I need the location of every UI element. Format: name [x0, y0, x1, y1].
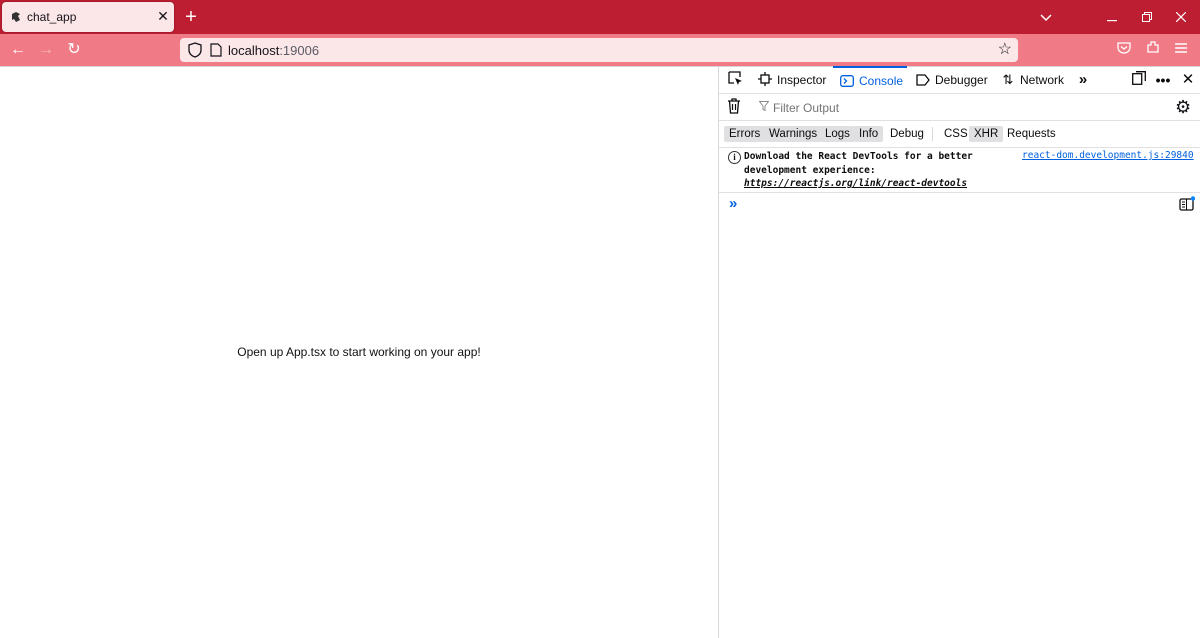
app-menu-icon[interactable]: [1169, 38, 1193, 62]
console-level-filters: Errors Warnings Logs Info Debug CSS XHR …: [719, 121, 1200, 148]
console-message-text: Download the React DevTools for a better…: [744, 150, 999, 191]
close-devtools-icon[interactable]: ✕: [1178, 70, 1198, 90]
tab-inspector[interactable]: Inspector: [757, 67, 826, 93]
page-info-icon[interactable]: [210, 43, 222, 57]
element-picker-icon[interactable]: [725, 70, 745, 90]
app-message: Open up App.tsx to start working on your…: [237, 345, 481, 359]
reload-icon[interactable]: ↻: [62, 38, 86, 62]
console-message: i Download the React DevTools for a bett…: [719, 148, 1200, 193]
filter-warnings-button[interactable]: Warnings: [764, 126, 823, 142]
tab-debugger[interactable]: Debugger: [915, 67, 988, 93]
close-tab-icon[interactable]: ✕: [154, 7, 172, 25]
new-tab-button[interactable]: +: [180, 6, 202, 28]
forward-arrow-icon[interactable]: →: [34, 38, 58, 62]
filter-css-button[interactable]: CSS: [939, 126, 973, 142]
app-favicon-icon: [10, 11, 22, 23]
message-body: Download the React DevTools for a better…: [744, 151, 973, 176]
bookmark-star-icon[interactable]: ☆: [998, 41, 1012, 59]
tab-title: chat_app: [27, 10, 77, 24]
devtools-panel: Inspector Console Debugger ⇅ Network » ••…: [718, 66, 1200, 638]
dock-side-icon[interactable]: [1129, 70, 1149, 90]
back-arrow-icon[interactable]: ←: [6, 38, 30, 62]
list-all-tabs-icon[interactable]: [1032, 5, 1060, 29]
browser-tab[interactable]: chat_app ✕: [2, 2, 174, 32]
close-window-icon[interactable]: [1167, 5, 1195, 29]
filter-output-input[interactable]: [759, 98, 1175, 118]
extensions-puzzle-icon[interactable]: [1141, 38, 1165, 62]
network-icon: ⇅: [1002, 72, 1014, 87]
devtools-toolbar: Inspector Console Debugger ⇅ Network » ••…: [719, 66, 1200, 94]
tab-debugger-label: Debugger: [935, 73, 988, 87]
filter-xhr-button[interactable]: XHR: [969, 126, 1004, 142]
debugger-icon: [915, 67, 931, 93]
filter-errors-button[interactable]: Errors: [724, 126, 766, 142]
react-devtools-link[interactable]: https://reactjs.org/link/react-devtools: [744, 178, 967, 189]
tab-network[interactable]: ⇅ Network: [1000, 67, 1064, 93]
tab-network-label: Network: [1020, 73, 1065, 87]
message-source-link[interactable]: react-dom.development.js:29840: [1022, 150, 1194, 161]
more-tools-chevron-icon[interactable]: »: [1073, 70, 1093, 90]
inspector-icon: [757, 67, 773, 93]
pocket-icon[interactable]: [1112, 38, 1136, 62]
restore-window-icon[interactable]: [1133, 5, 1161, 29]
tab-strip: chat_app ✕ +: [0, 0, 1200, 34]
devtools-menu-icon[interactable]: •••: [1153, 70, 1173, 90]
web-page-content: Open up App.tsx to start working on your…: [0, 67, 718, 638]
info-icon: i: [728, 151, 741, 164]
minimize-window-icon[interactable]: [1098, 5, 1126, 29]
tab-inspector-label: Inspector: [777, 73, 827, 87]
console-icon: [839, 68, 855, 94]
navigation-toolbar: ← → ↻ localhost:19006 ☆: [0, 34, 1200, 67]
multiline-editor-toggle-icon[interactable]: [1179, 196, 1196, 212]
url-host: localhost: [228, 43, 280, 58]
url-port: :19006: [279, 43, 320, 58]
console-input-row[interactable]: »: [719, 193, 1200, 215]
filter-separator: [932, 127, 933, 141]
filter-requests-button[interactable]: Requests: [1002, 126, 1061, 142]
tab-console-label: Console: [859, 74, 904, 88]
console-settings-gear-icon[interactable]: ⚙: [1175, 97, 1191, 117]
console-filter-bar: ⚙: [719, 94, 1200, 121]
tracking-protection-shield-icon[interactable]: [188, 42, 202, 58]
filter-debug-button[interactable]: Debug: [885, 126, 929, 142]
url-text: localhost:19006: [228, 43, 319, 58]
console-prompt-chevron-icon: »: [729, 195, 738, 212]
tab-console[interactable]: Console: [833, 66, 907, 94]
address-bar[interactable]: localhost:19006 ☆: [180, 38, 1018, 62]
clear-console-trash-icon[interactable]: [727, 98, 743, 116]
filter-logs-button[interactable]: Logs: [820, 126, 855, 142]
filter-info-button[interactable]: Info: [854, 126, 884, 142]
